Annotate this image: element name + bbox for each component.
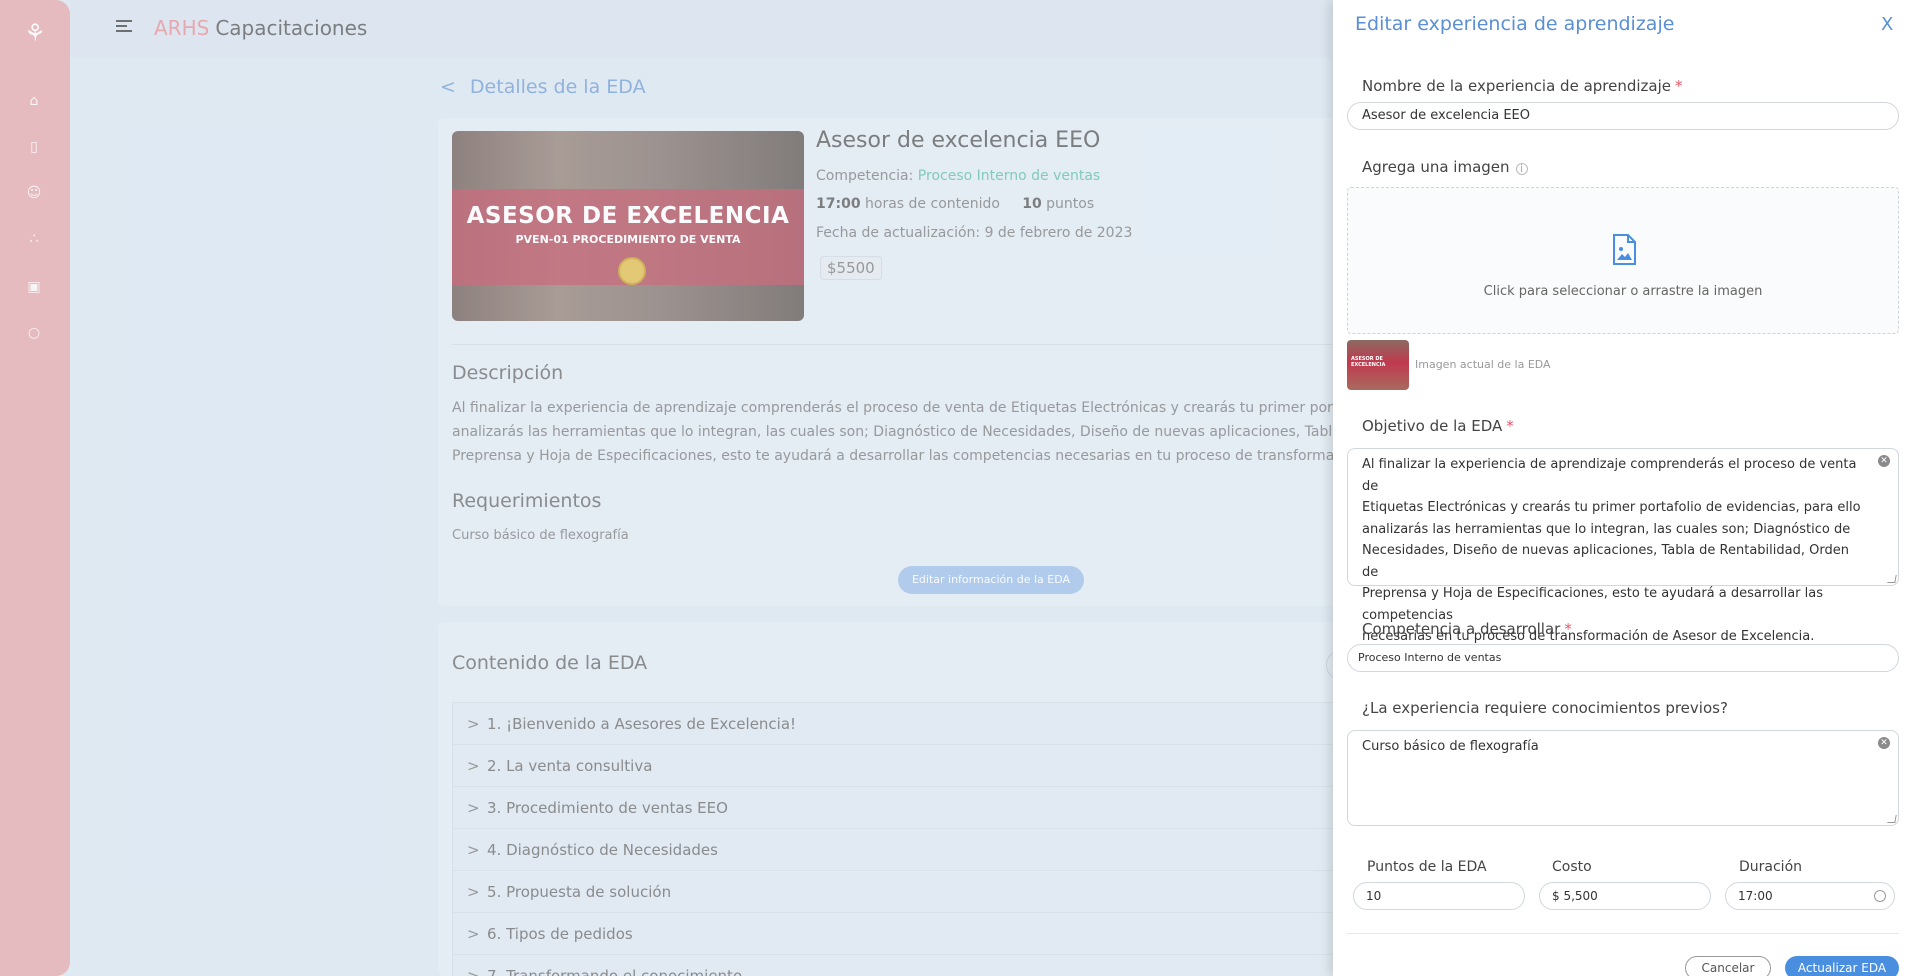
costo-input[interactable]: $ 5,500 [1539, 882, 1711, 910]
duracion-value: 17:00 [1738, 889, 1773, 903]
competencia-label: Competencia a desarrollar * [1362, 620, 1572, 638]
drawer-title: Editar experiencia de aprendizaje [1355, 13, 1675, 35]
objetivo-textarea[interactable]: Al finalizar la experiencia de aprendiza… [1347, 448, 1899, 644]
current-image-label: Imagen actual de la EDA [1415, 358, 1551, 371]
divider [1347, 933, 1899, 934]
clock-icon[interactable] [1874, 890, 1886, 902]
required-marker: * [1506, 417, 1514, 435]
objetivo-line: Necesidades, Diseño de nuevas aplicacion… [1362, 543, 1849, 580]
imagen-label-text: Agrega una imagen [1362, 158, 1510, 176]
imagen-label: Agrega una imagen i [1362, 158, 1528, 176]
duracion-label: Duración [1739, 859, 1803, 875]
modal-backdrop[interactable] [0, 0, 1333, 976]
duracion-input[interactable]: 17:00 [1725, 882, 1895, 910]
competencia-label-text: Competencia a desarrollar [1362, 620, 1561, 638]
required-marker: * [1564, 620, 1572, 638]
puntos-input[interactable]: 10 [1353, 882, 1525, 910]
current-image-thumbnail: ASESOR DE EXCELENCIA [1347, 340, 1409, 390]
image-dropzone[interactable]: Click para seleccionar o arrastre la ima… [1347, 187, 1899, 334]
puntos-label: Puntos de la EDA [1367, 859, 1487, 875]
nombre-label: Nombre de la experiencia de aprendizaje * [1362, 77, 1683, 95]
objetivo-line: analizarás las herramientas que lo integ… [1362, 521, 1851, 537]
clear-icon[interactable]: ✕ [1878, 455, 1890, 467]
dropzone-text: Click para seleccionar o arrastre la ima… [1483, 284, 1763, 299]
competencia-select[interactable]: Proceso Interno de ventas [1347, 644, 1899, 672]
nombre-label-text: Nombre de la experiencia de aprendizaje [1362, 77, 1672, 95]
update-eda-button[interactable]: Actualizar EDA [1785, 956, 1899, 976]
costo-label: Costo [1552, 859, 1592, 875]
close-icon[interactable]: X [1881, 14, 1893, 35]
cancel-button[interactable]: Cancelar [1685, 956, 1771, 976]
previos-value: Curso básico de flexografía [1362, 739, 1539, 754]
info-icon[interactable]: i [1515, 163, 1528, 175]
objetivo-line: Etiquetas Electrónicas y crearás tu prim… [1362, 500, 1861, 515]
required-marker: * [1675, 77, 1683, 95]
previos-label: ¿La experiencia requiere conocimientos p… [1362, 699, 1728, 717]
file-image-icon [1613, 234, 1636, 265]
edit-eda-drawer: Editar experiencia de aprendizaje X Nomb… [1333, 0, 1917, 976]
objetivo-label-text: Objetivo de la EDA [1362, 417, 1503, 435]
nombre-input[interactable]: Asesor de excelencia EEO [1347, 102, 1899, 130]
resize-handle[interactable] [1887, 575, 1897, 583]
objetivo-label: Objetivo de la EDA * [1362, 417, 1514, 435]
clear-icon[interactable]: ✕ [1878, 737, 1890, 749]
current-image-caption: ASESOR DE EXCELENCIA [1351, 356, 1386, 368]
previos-textarea[interactable]: Curso básico de flexografía ✕ [1347, 730, 1899, 826]
objetivo-line: Al finalizar la experiencia de aprendiza… [1362, 457, 1857, 494]
resize-handle[interactable] [1887, 815, 1897, 823]
